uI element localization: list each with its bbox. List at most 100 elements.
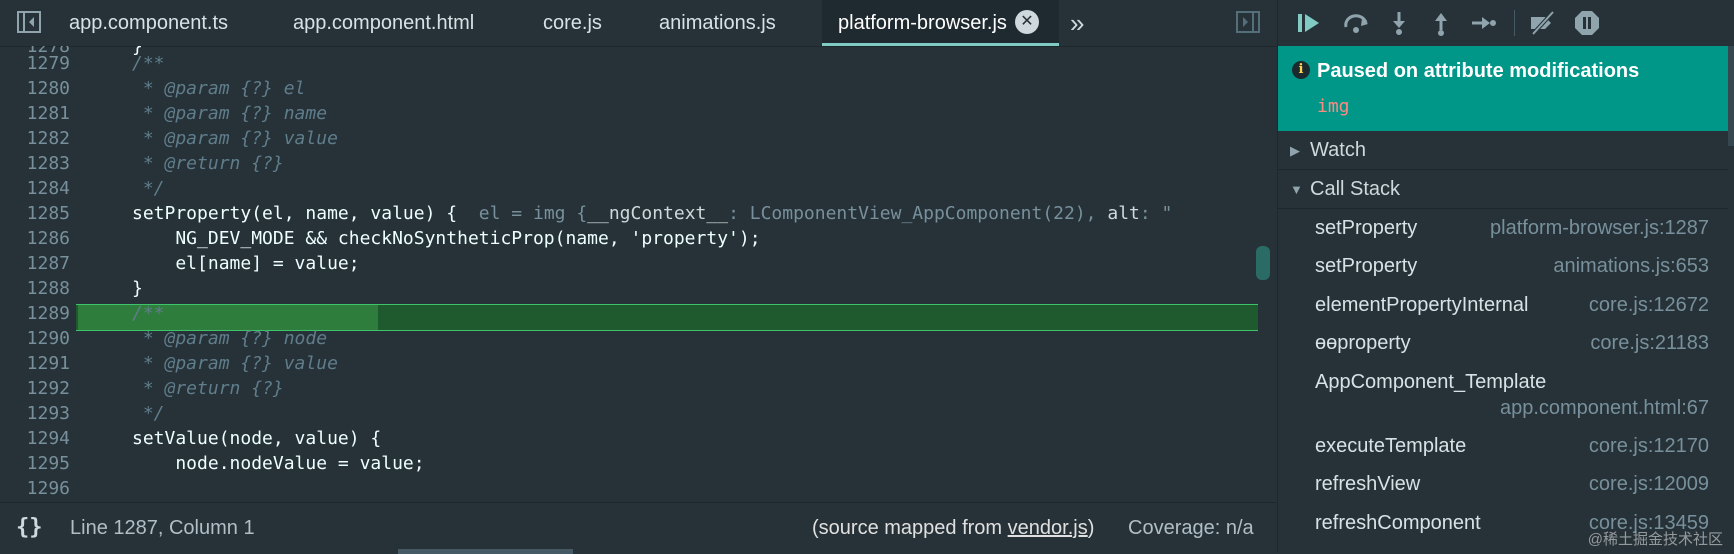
- tab-label: app.component.ts: [69, 12, 228, 34]
- code-line: 1292 * @return {?}: [0, 376, 1277, 401]
- close-tab-icon[interactable]: ✕: [1014, 9, 1039, 34]
- toggle-navigator-button[interactable]: [16, 9, 42, 35]
- section-label: Watch: [1310, 139, 1366, 161]
- line-number[interactable]: 1290: [0, 326, 70, 351]
- step-out-icon[interactable]: [1427, 9, 1455, 37]
- line-number[interactable]: 1283: [0, 151, 70, 176]
- frame-function: ɵɵproperty: [1315, 332, 1411, 354]
- coverage-status: Coverage: n/a: [1128, 517, 1254, 539]
- paused-banner: i Paused on attribute modifications img: [1278, 46, 1728, 131]
- tab-label: app.component.html: [293, 12, 475, 34]
- tab-app-component-ts[interactable]: app.component.ts: [69, 0, 228, 46]
- editor-pane: app.component.ts app.component.html core…: [0, 0, 1277, 554]
- cursor-position: Line 1287, Column 1: [70, 517, 255, 539]
- line-number[interactable]: 1279: [0, 51, 70, 76]
- code-text: node.nodeValue = value;: [132, 453, 425, 474]
- code-line: 1285 setProperty(el, name, value) { el =…: [0, 201, 1277, 226]
- watermark: @稀土掘金技术社区: [1587, 531, 1723, 548]
- frame-location: core.js:21183: [1590, 332, 1709, 354]
- code-line: 1294 setValue(node, value) {: [0, 426, 1277, 451]
- toggle-debugger-button[interactable]: [1235, 9, 1261, 35]
- code-text: /**: [132, 303, 165, 324]
- line-number[interactable]: 1295: [0, 451, 70, 476]
- frame-location: core.js:12009: [1588, 473, 1709, 495]
- frame-function: refreshView: [1315, 473, 1421, 495]
- more-tabs-button[interactable]: »: [1070, 0, 1084, 46]
- line-number[interactable]: 1292: [0, 376, 70, 401]
- editor-tab-bar: app.component.ts app.component.html core…: [0, 0, 1277, 47]
- code-line: 1290 * @param {?} node: [0, 326, 1277, 351]
- line-number[interactable]: 1288: [0, 276, 70, 301]
- step-over-icon[interactable]: [1342, 9, 1370, 37]
- line-number[interactable]: 1281: [0, 101, 70, 126]
- paused-reason: Paused on attribute modifications: [1317, 60, 1640, 82]
- sidebar-toggle-right-icon: [1236, 11, 1260, 33]
- code-text: }: [132, 278, 143, 299]
- code-text: * @param {?} value: [132, 128, 338, 149]
- line-number[interactable]: 1280: [0, 76, 70, 101]
- sidebar-scrollbar[interactable]: [1728, 46, 1734, 146]
- code-line: 1287 el[name] = value;: [0, 251, 1277, 276]
- horizontal-scrollbar-thumb[interactable]: [398, 549, 573, 554]
- inline-variable-value[interactable]: el = img {__ngContext__: LComponentView_…: [479, 203, 1173, 224]
- pretty-print-button[interactable]: {}: [16, 515, 43, 540]
- frame-function: AppComponent_Template: [1315, 371, 1547, 393]
- debugger-toolbar: [1278, 0, 1734, 46]
- toolbar-divider: [1514, 10, 1515, 36]
- tab-animations-js[interactable]: animations.js: [659, 0, 776, 46]
- line-number[interactable]: 1294: [0, 426, 70, 451]
- code-line: 1289 /**: [0, 301, 1277, 326]
- frame-function: setProperty: [1315, 217, 1418, 239]
- deactivate-breakpoints-icon[interactable]: [1528, 9, 1556, 37]
- line-number[interactable]: 1287: [0, 251, 70, 276]
- code-text: * @param {?} node: [132, 328, 328, 349]
- code-line: 1281 * @param {?} name: [0, 101, 1277, 126]
- source-map-link[interactable]: vendor.js: [1008, 517, 1088, 539]
- tab-core-js[interactable]: core.js: [543, 0, 602, 46]
- step-into-icon[interactable]: [1385, 9, 1413, 37]
- vertical-scroll-marker[interactable]: [1256, 246, 1270, 280]
- line-number[interactable]: 1291: [0, 351, 70, 376]
- code-editor[interactable]: 1278 } 1279 /** 1280 * @param {?} el 128…: [0, 46, 1277, 502]
- code-line: 1282 * @param {?} value: [0, 126, 1277, 151]
- frame-function: setProperty: [1315, 255, 1418, 277]
- frame-location: animations.js:653: [1553, 255, 1709, 277]
- call-frame[interactable]: AppComponent_Template app.component.html…: [1278, 371, 1728, 421]
- paused-element[interactable]: img: [1317, 96, 1350, 117]
- frame-location: platform-browser.js:1287: [1490, 217, 1709, 239]
- code-text: /**: [132, 53, 165, 74]
- code-text: */: [132, 403, 165, 424]
- code-line: 1284 */: [0, 176, 1277, 201]
- code-line: 1288 }: [0, 276, 1277, 301]
- code-line: 1279 /**: [0, 51, 1277, 76]
- code-line: 1286 NG_DEV_MODE && checkNoSyntheticProp…: [0, 226, 1277, 251]
- step-icon[interactable]: [1469, 9, 1497, 37]
- code-text: NG_DEV_MODE && checkNoSyntheticProp(name…: [132, 228, 761, 249]
- pause-on-exceptions-icon[interactable]: [1573, 9, 1601, 37]
- code-line: 1293 */: [0, 401, 1277, 426]
- frame-location: core.js:12170: [1588, 435, 1709, 457]
- sidebar-toggle-icon: [17, 11, 41, 33]
- line-number[interactable]: 1293: [0, 401, 70, 426]
- expand-triangle-icon: ▶: [1290, 143, 1300, 158]
- line-number[interactable]: 1296: [0, 476, 70, 501]
- callstack-section-header[interactable]: ▼ Call Stack: [1278, 171, 1728, 209]
- frame-function: executeTemplate: [1315, 435, 1467, 457]
- line-number[interactable]: 1284: [0, 176, 70, 201]
- line-number[interactable]: 1289: [0, 301, 70, 326]
- watch-section-header[interactable]: ▶ Watch: [1278, 132, 1728, 170]
- debugger-sidebar: i Paused on attribute modifications img …: [1277, 0, 1734, 553]
- tab-label: platform-browser.js: [838, 12, 1007, 34]
- tab-app-component-html[interactable]: app.component.html: [293, 0, 474, 46]
- line-number[interactable]: 1282: [0, 126, 70, 151]
- code-line: 1295 node.nodeValue = value;: [0, 451, 1277, 476]
- code-text: setProperty(el, name, value) { el = img …: [132, 203, 1173, 224]
- collapse-triangle-icon: ▼: [1290, 182, 1303, 197]
- line-number[interactable]: 1286: [0, 226, 70, 251]
- source-mapped-info: (source mapped from vendor.js): [812, 517, 1095, 539]
- resume-icon[interactable]: [1295, 9, 1323, 37]
- line-number[interactable]: 1285: [0, 201, 70, 226]
- code-text: * @param {?} name: [132, 103, 328, 124]
- frame-location: core.js:12672: [1588, 294, 1709, 316]
- tab-platform-browser-js[interactable]: platform-browser.js ✕: [822, 0, 1059, 46]
